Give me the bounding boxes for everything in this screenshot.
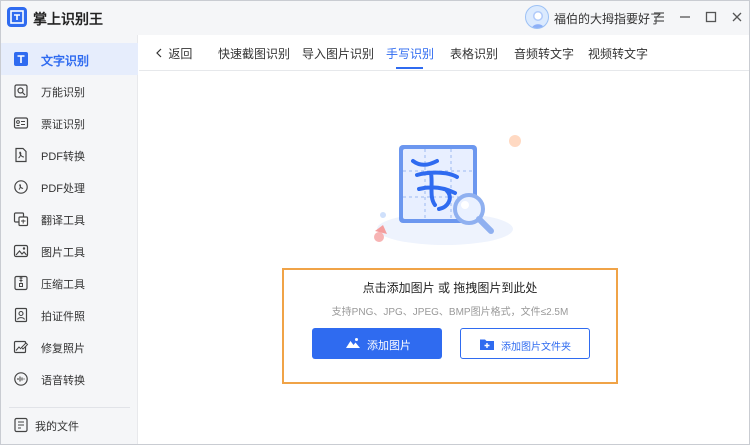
pdf-process-icon [13, 179, 29, 195]
sidebar-item-text-recognition[interactable]: 文字识别 [1, 43, 138, 75]
ticket-icon [13, 115, 29, 131]
translate-icon [13, 211, 29, 227]
sidebar-item-label: 我的文件 [35, 421, 79, 433]
sidebar-item-label: 修复照片 [41, 343, 85, 355]
sidebar-item-image-tool[interactable]: 图片工具 [1, 235, 138, 267]
menu-icon[interactable] [651, 9, 667, 25]
tab-import-image[interactable]: 导入图片识别 [302, 45, 374, 62]
sidebar-item-label: 压缩工具 [41, 279, 85, 291]
sidebar-item-ticket[interactable]: 票证识别 [1, 107, 138, 139]
maximize-icon[interactable] [703, 9, 719, 25]
mountain-image-icon [346, 337, 360, 349]
handwriting-illustration [365, 121, 525, 251]
active-tab-indicator [396, 67, 423, 69]
universal-scan-icon [13, 83, 29, 99]
tab-video-to-text[interactable]: 视频转文字 [588, 45, 648, 62]
sidebar-item-label: 图片工具 [41, 247, 85, 259]
voice-convert-icon [13, 371, 29, 387]
sidebar-item-label: 文字识别 [41, 54, 90, 68]
chevron-left-icon [155, 47, 165, 61]
sidebar-item-label: 拍证件照 [41, 311, 85, 323]
add-image-button[interactable]: 添加图片 [312, 328, 442, 359]
sidebar-item-compress[interactable]: 压缩工具 [1, 267, 138, 299]
sidebar-item-voice[interactable]: 语音转换 [1, 363, 138, 395]
sidebar-item-pdf-process[interactable]: PDF处理 [1, 171, 138, 203]
upload-drop-zone[interactable]: 点击添加图片 或 拖拽图片到此处 支持PNG、JPG、JPEG、BMP图片格式，… [282, 268, 618, 384]
pdf-convert-icon [13, 147, 29, 163]
sidebar-item-my-files[interactable]: 我的文件 [1, 409, 138, 441]
sidebar-item-universal[interactable]: 万能识别 [1, 75, 138, 107]
app-window: 掌上识别王 福伯的大拇指要好了 文字识别 万能识别 票证识别 PDF转换 PDF… [0, 0, 750, 445]
compress-icon [13, 275, 29, 291]
sidebar-item-label: 票证识别 [41, 119, 85, 131]
tab-quick-screenshot[interactable]: 快速截图识别 [218, 45, 290, 62]
back-button[interactable]: 返回 [155, 45, 192, 62]
sidebar: 文字识别 万能识别 票证识别 PDF转换 PDF处理 翻译工具 图片工具 压缩工… [1, 35, 138, 444]
function-tabs: 返回 快速截图识别 导入图片识别 手写识别 表格识别 音频转文字 视频转文字 [139, 35, 749, 71]
sidebar-item-photo-repair[interactable]: 修复照片 [1, 331, 138, 363]
sidebar-item-translate[interactable]: 翻译工具 [1, 203, 138, 235]
tab-audio-to-text[interactable]: 音频转文字 [514, 45, 574, 62]
upload-hint: 支持PNG、JPG、JPEG、BMP图片格式，文件≤2.5M [331, 307, 569, 318]
sidebar-item-label: PDF转换 [41, 151, 85, 163]
sidebar-item-pdf-convert[interactable]: PDF转换 [1, 139, 138, 171]
sidebar-item-label: 翻译工具 [41, 215, 85, 227]
add-folder-label: 添加图片文件夹 [501, 342, 571, 353]
user-name[interactable]: 福伯的大拇指要好了 [554, 10, 662, 27]
tab-handwriting[interactable]: 手写识别 [386, 45, 434, 62]
tab-table[interactable]: 表格识别 [450, 45, 498, 62]
app-title: 掌上识别王 [33, 11, 103, 27]
minimize-icon[interactable] [677, 9, 693, 25]
back-label: 返回 [168, 47, 193, 61]
sidebar-divider [9, 407, 130, 408]
sidebar-item-label: 万能识别 [41, 87, 85, 99]
sidebar-item-label: 语音转换 [41, 375, 85, 387]
sidebar-item-id-photo[interactable]: 拍证件照 [1, 299, 138, 331]
avatar[interactable] [525, 5, 549, 29]
close-icon[interactable] [729, 9, 745, 25]
add-folder-button[interactable]: 添加图片文件夹 [460, 328, 590, 359]
text-recognition-icon [13, 51, 29, 67]
add-image-label: 添加图片 [367, 340, 411, 352]
title-bar: 掌上识别王 福伯的大拇指要好了 [1, 1, 749, 35]
upload-title: 点击添加图片 或 拖拽图片到此处 [362, 281, 538, 295]
app-logo-icon [7, 7, 27, 27]
photo-repair-icon [13, 339, 29, 355]
image-tool-icon [13, 243, 29, 259]
add-folder-icon [480, 338, 494, 350]
sidebar-item-label: PDF处理 [41, 183, 85, 195]
my-files-icon [13, 417, 29, 433]
id-photo-icon [13, 307, 29, 323]
